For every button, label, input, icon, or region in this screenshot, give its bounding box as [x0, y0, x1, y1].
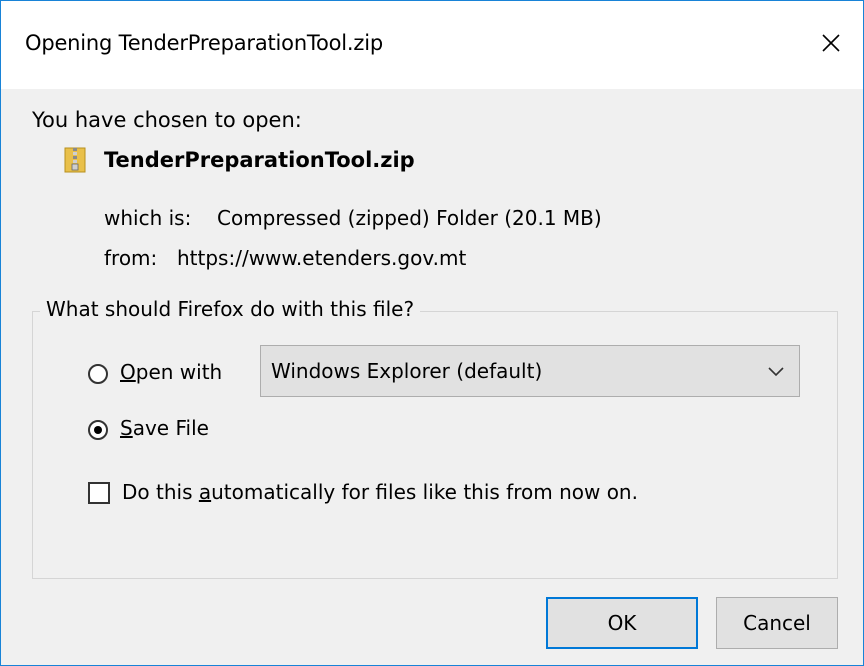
open-with-accel: O — [120, 360, 136, 384]
auto-action-label[interactable]: Do this automatically for files like thi… — [122, 480, 638, 504]
open-with-label[interactable]: Open with — [120, 360, 222, 384]
save-file-accel: S — [120, 416, 133, 440]
source-url: https://www.etenders.gov.mt — [177, 246, 467, 270]
save-file-rest: ave File — [132, 416, 209, 440]
open-with-rest: pen with — [135, 360, 223, 384]
close-icon[interactable] — [815, 27, 847, 59]
which-is-label: which is: — [104, 206, 192, 230]
chevron-down-icon — [768, 367, 784, 377]
auto-action-accel: a — [198, 480, 212, 504]
file-name: TenderPreparationTool.zip — [104, 148, 415, 172]
open-with-app-value: Windows Explorer (default) — [271, 359, 543, 383]
intro-text: You have chosen to open: — [32, 108, 302, 132]
save-file-radio[interactable] — [88, 420, 108, 440]
file-type-value: Compressed (zipped) Folder (20.1 MB) — [217, 206, 602, 230]
auto-action-pre: Do this — [122, 480, 199, 504]
zip-folder-icon — [64, 147, 86, 173]
action-group-legend: What should Firefox do with this file? — [40, 297, 421, 321]
cancel-button[interactable]: Cancel — [716, 597, 838, 649]
open-with-app-select[interactable]: Windows Explorer (default) — [260, 345, 800, 397]
dialog-title: Opening TenderPreparationTool.zip — [25, 31, 383, 55]
open-with-radio[interactable] — [88, 364, 108, 384]
save-file-label[interactable]: Save File — [120, 416, 209, 440]
ok-button[interactable]: OK — [546, 597, 698, 649]
title-bar: Opening TenderPreparationTool.zip — [1, 1, 863, 89]
auto-action-checkbox[interactable] — [88, 482, 110, 504]
auto-action-post: utomatically for files like this from no… — [211, 480, 638, 504]
from-label: from: — [104, 246, 158, 270]
